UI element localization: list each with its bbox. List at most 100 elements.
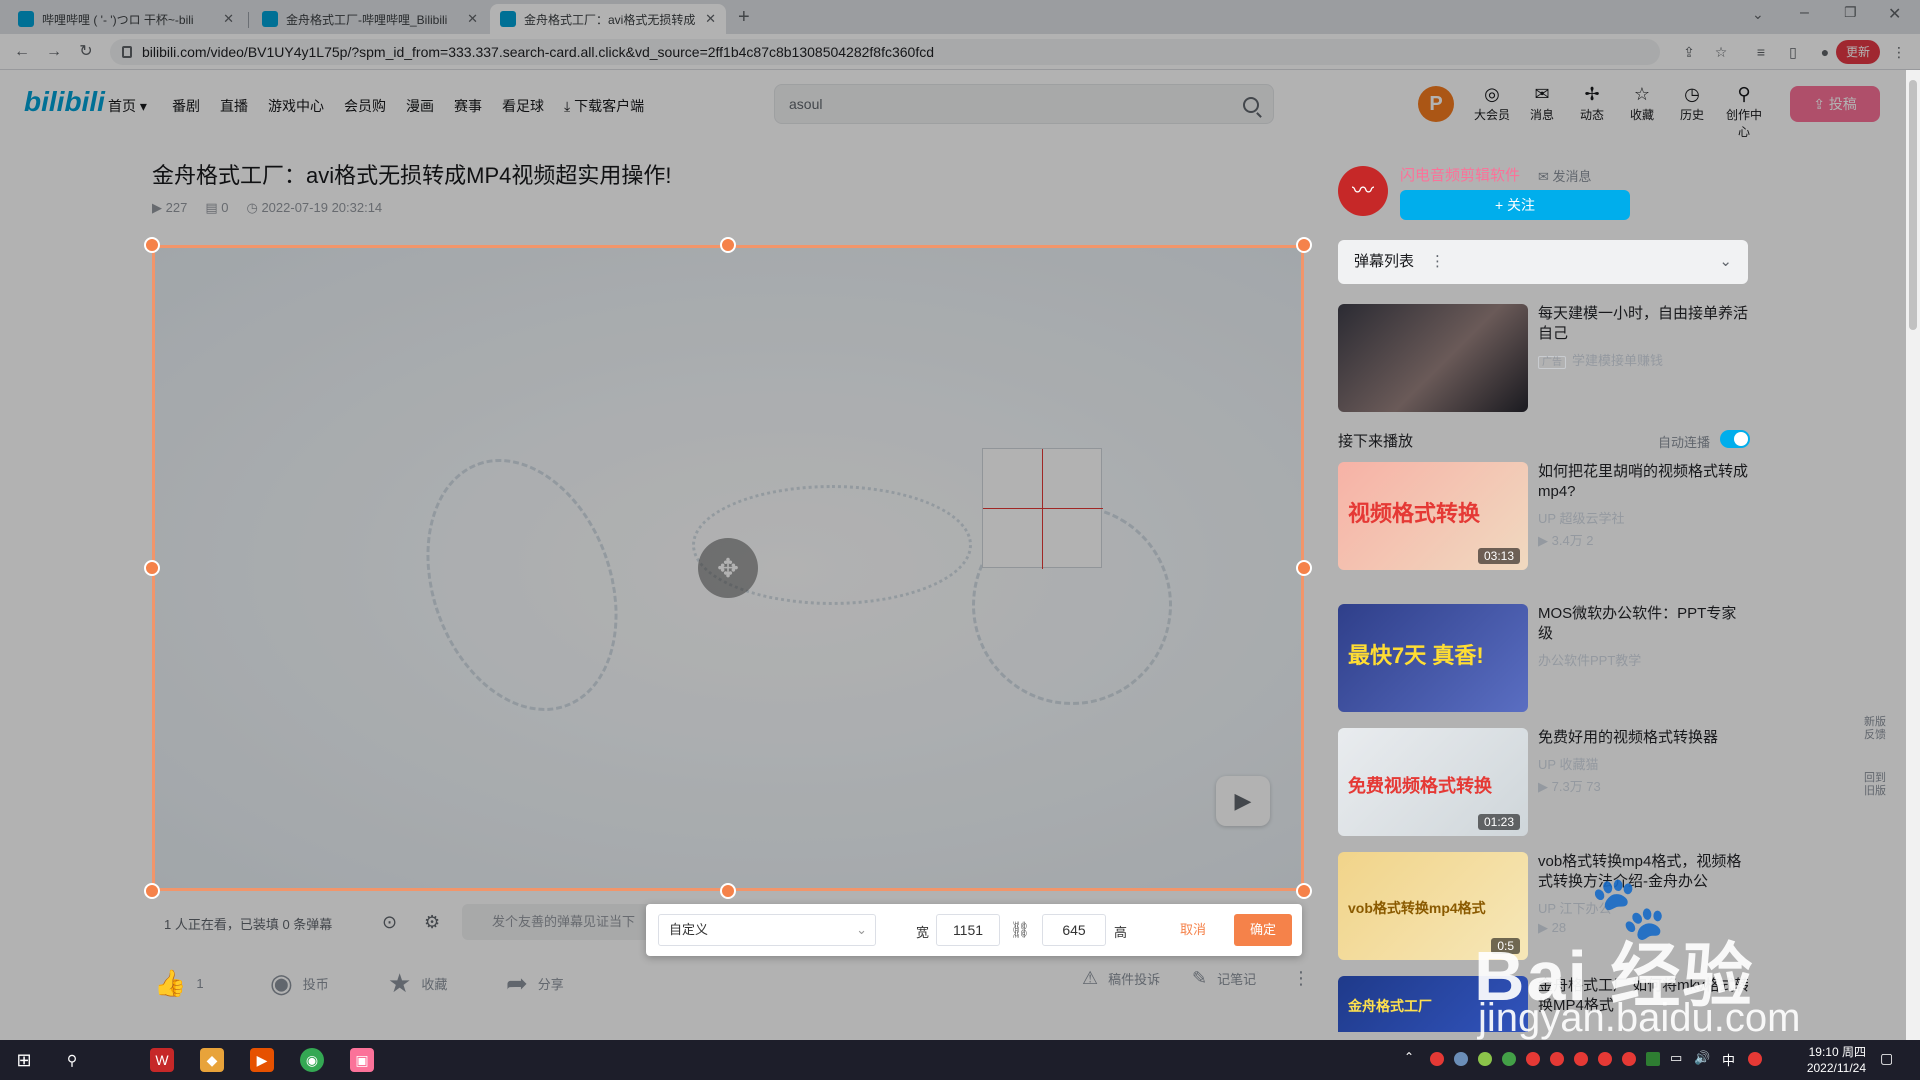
chrome-icon[interactable]: ◉ xyxy=(300,1048,324,1072)
aspect-link-icon[interactable]: ⛓ xyxy=(1010,920,1030,940)
card-uploader[interactable]: UP 收藏猫 xyxy=(1538,754,1598,773)
bilibili-logo[interactable]: bilibili xyxy=(24,86,105,118)
bilibili-app-icon[interactable]: ▣ xyxy=(350,1048,374,1072)
scrollbar-thumb[interactable] xyxy=(1909,80,1917,330)
card-title[interactable]: vob格式转换mp4格式，视频格式转换方法介绍-金舟办公 xyxy=(1538,852,1750,892)
tray-app-icon[interactable] xyxy=(1598,1052,1612,1066)
video-card[interactable]: 最快7天 真香! MOS微软办公软件：PPT专家级 办公软件PPT教学 xyxy=(1338,604,1748,712)
card-title[interactable]: MOS微软办公软件：PPT专家级 xyxy=(1538,604,1750,644)
new-tab-icon[interactable]: + xyxy=(738,6,750,29)
bookmark-star-icon[interactable]: ☆ xyxy=(1712,43,1730,61)
video-thumbnail[interactable]: 视频格式转换 03:13 xyxy=(1338,462,1528,570)
app-icon[interactable]: ◆ xyxy=(200,1048,224,1072)
danmaku-settings-icon[interactable]: ⚙ xyxy=(424,912,440,933)
nav-bangumi[interactable]: 番剧 xyxy=(172,96,200,116)
crop-height-input[interactable]: 645 xyxy=(1042,914,1106,946)
nav-home[interactable]: 首页 ▾ xyxy=(108,96,147,116)
windows-start-icon[interactable]: ⊞ xyxy=(12,1048,36,1072)
video-card[interactable]: 免费视频格式转换 01:23 免费好用的视频格式转换器 UP 收藏猫 ▶ 7.3… xyxy=(1338,728,1748,836)
tray-expand-icon[interactable]: ⌃ xyxy=(1404,1050,1414,1064)
header-favorite[interactable]: ☆ 收藏 xyxy=(1620,84,1664,123)
crop-handle-top-right[interactable] xyxy=(1296,237,1312,253)
restore-icon[interactable]: ❐ xyxy=(1844,4,1857,21)
profile-icon[interactable]: ● xyxy=(1816,43,1834,61)
reload-icon[interactable]: ↻ xyxy=(76,42,96,62)
crop-handle-right[interactable] xyxy=(1296,560,1312,576)
video-thumbnail[interactable]: 最快7天 真香! xyxy=(1338,604,1528,712)
card-title[interactable]: 每天建模一小时，自由接单养活自己 xyxy=(1538,304,1750,344)
uploader-name[interactable]: 闪电音频剪辑软件 xyxy=(1400,164,1520,185)
crop-handle-bottom[interactable] xyxy=(720,883,736,899)
notes-button[interactable]: ✎ 记笔记 xyxy=(1192,968,1256,989)
video-thumbnail[interactable] xyxy=(1338,304,1528,412)
card-title[interactable]: 金舟格式工厂 如何将mkv格式转换MP4格式 xyxy=(1538,976,1748,1016)
tray-app-icon[interactable] xyxy=(1430,1052,1444,1066)
share-page-icon[interactable]: ⇪ xyxy=(1680,43,1698,61)
crop-width-input[interactable]: 1151 xyxy=(936,914,1000,946)
send-message-link[interactable]: ✉ 发消息 xyxy=(1538,166,1592,185)
wps-app-icon[interactable]: W xyxy=(150,1048,174,1072)
crop-handle-left[interactable] xyxy=(144,560,160,576)
browser-tab[interactable]: 哔哩哔哩 ( '- ')つロ 干杯~-bili ✕ xyxy=(8,4,244,34)
crop-handle-top[interactable] xyxy=(720,237,736,253)
tray-app-icon[interactable] xyxy=(1574,1052,1588,1066)
language-icon[interactable]: 中 xyxy=(1722,1050,1735,1069)
video-thumbnail[interactable]: 免费视频格式转换 01:23 xyxy=(1338,728,1528,836)
crop-cancel-button[interactable]: 取消 xyxy=(1164,914,1222,946)
crop-handle-bottom-right[interactable] xyxy=(1296,883,1312,899)
move-hand-icon[interactable]: ✥ xyxy=(698,538,758,598)
volume-icon[interactable]: 🔊 xyxy=(1694,1050,1710,1066)
close-icon[interactable]: ✕ xyxy=(705,11,716,27)
menu-icon[interactable]: ⋮ xyxy=(1890,43,1908,61)
card-uploader[interactable]: UP 超级云学社 xyxy=(1538,508,1624,527)
tray-app-icon[interactable] xyxy=(1622,1052,1636,1066)
favorite-button[interactable]: ★ 收藏 xyxy=(388,968,447,999)
card-uploader[interactable]: UP 江下办公 xyxy=(1538,898,1611,917)
minimize-icon[interactable]: – xyxy=(1800,4,1809,22)
card-uploader[interactable]: 办公软件PPT教学 xyxy=(1538,650,1641,669)
forward-icon[interactable]: → xyxy=(44,42,64,62)
close-icon[interactable]: ✕ xyxy=(467,11,478,27)
back-to-old-version[interactable]: 回到旧版 xyxy=(1862,772,1888,798)
url-input[interactable]: bilibili.com/video/BV1UY4y1L75p/?spm_id_… xyxy=(110,39,1660,65)
browser-tab-active[interactable]: 金舟格式工厂：avi格式无损转成 ✕ xyxy=(490,4,726,34)
crop-confirm-button[interactable]: 确定 xyxy=(1234,914,1292,946)
new-version-feedback[interactable]: 新版反馈 xyxy=(1862,716,1888,742)
like-button[interactable]: 👍 1 xyxy=(154,968,204,999)
crop-preset-select[interactable]: 自定义 ⌄ xyxy=(658,914,876,946)
danmaku-toggle-icon[interactable]: ⊙ xyxy=(382,912,397,933)
notification-icon[interactable]: ▢ xyxy=(1880,1050,1893,1067)
update-button[interactable]: 更新 xyxy=(1835,40,1880,64)
header-dynamic[interactable]: ✢ 动态 xyxy=(1570,84,1614,123)
nav-manga[interactable]: 漫画 xyxy=(406,96,434,116)
uploader-avatar[interactable]: 〰 xyxy=(1338,166,1388,216)
autoplay-toggle[interactable] xyxy=(1720,430,1750,448)
bilibili-tv-play-icon[interactable]: ▶ xyxy=(1216,776,1270,826)
search-icon[interactable] xyxy=(1243,97,1259,113)
more-icon[interactable]: ⋮ xyxy=(1292,968,1310,989)
danmaku-list-panel[interactable]: 弹幕列表 ⋮ ⌄ xyxy=(1338,240,1748,284)
crop-handle-top-left[interactable] xyxy=(144,237,160,253)
sogou-ime-icon[interactable] xyxy=(1748,1052,1762,1066)
card-title[interactable]: 如何把花里胡哨的视频格式转成mp4? xyxy=(1538,462,1750,502)
tray-app-icon[interactable] xyxy=(1550,1052,1564,1066)
nav-mall[interactable]: 会员购 xyxy=(344,96,386,116)
search-icon[interactable]: ⚲ xyxy=(60,1048,84,1072)
sidebar-icon[interactable]: ▯ xyxy=(1784,43,1802,61)
report-button[interactable]: ⚠ 稿件投诉 xyxy=(1082,968,1160,989)
close-icon[interactable]: ✕ xyxy=(223,11,234,27)
tray-app-icon[interactable] xyxy=(1478,1052,1492,1066)
system-clock[interactable]: 19:10 周四 2022/11/24 xyxy=(1798,1044,1866,1076)
upload-button[interactable]: ⇪ 投稿 xyxy=(1790,86,1880,122)
video-thumbnail[interactable]: 金舟格式工厂 xyxy=(1338,976,1528,1032)
window-close-icon[interactable]: ✕ xyxy=(1888,4,1901,24)
card-title[interactable]: 免费好用的视频格式转换器 xyxy=(1538,728,1750,748)
video-card[interactable]: 金舟格式工厂 金舟格式工厂 如何将mkv格式转换MP4格式 xyxy=(1338,976,1748,1032)
video-card[interactable]: 视频格式转换 03:13 如何把花里胡哨的视频格式转成mp4? UP 超级云学社… xyxy=(1338,462,1748,570)
header-vip[interactable]: ◎ 大会员 xyxy=(1470,84,1514,123)
search-input[interactable]: asoul xyxy=(774,84,1274,124)
nav-game-center[interactable]: 游戏中心 xyxy=(268,96,324,116)
tray-app-icon[interactable] xyxy=(1646,1052,1660,1066)
nav-football[interactable]: 看足球 xyxy=(502,96,544,116)
coin-button[interactable]: ◉ 投币 xyxy=(270,968,329,999)
